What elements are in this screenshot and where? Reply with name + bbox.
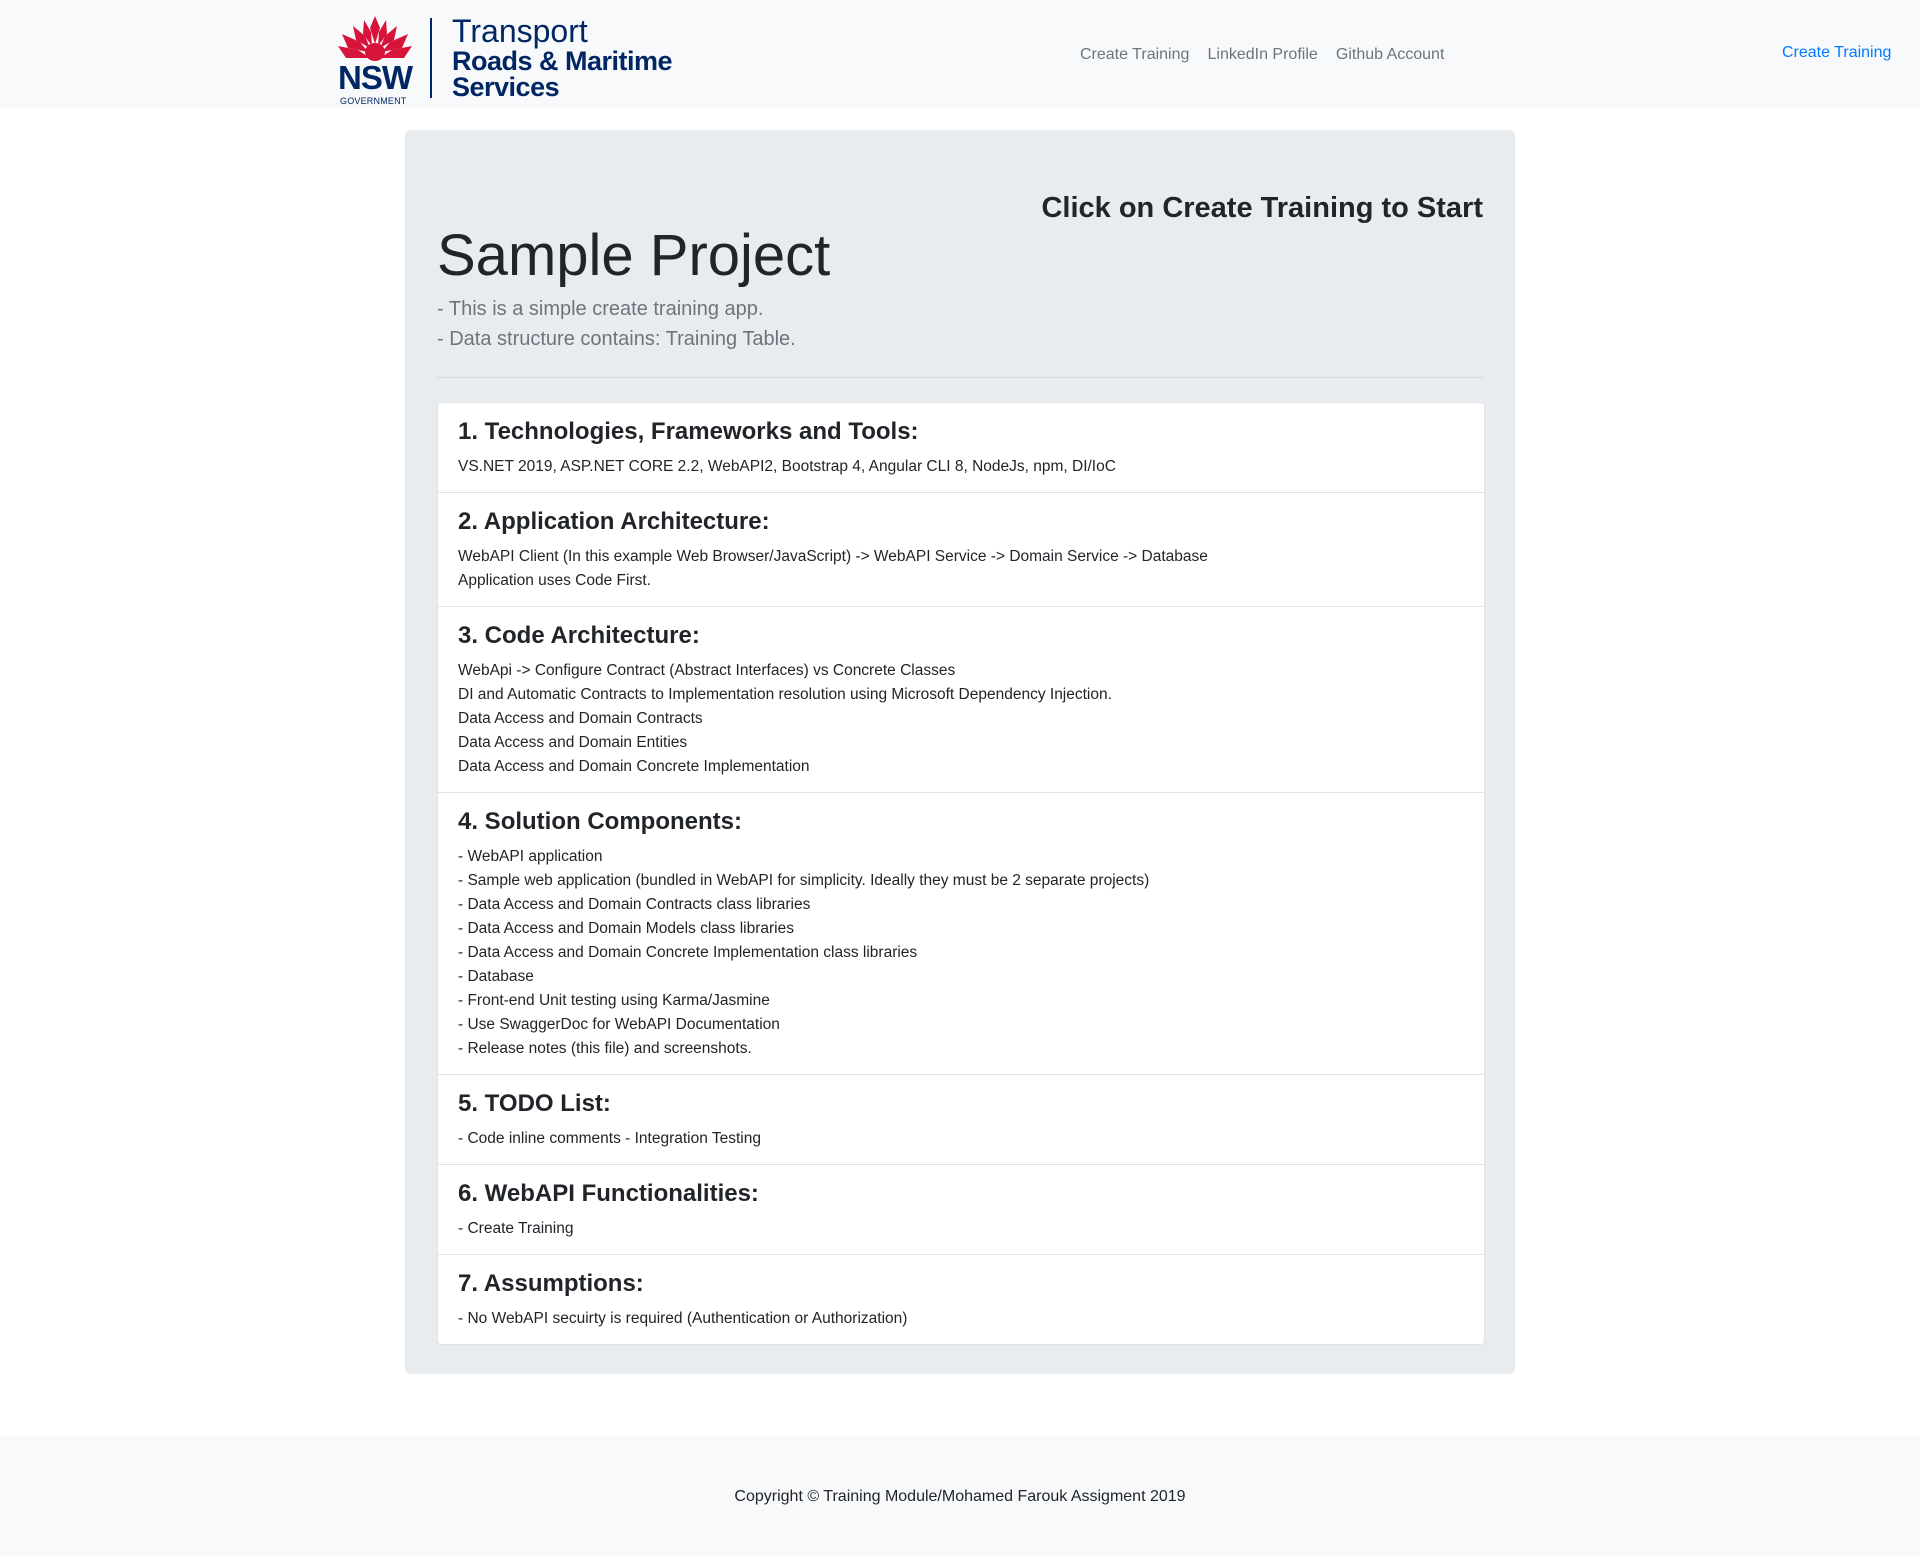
section-line: - Database <box>458 968 534 985</box>
section-heading: 3. Code Architecture: <box>458 622 700 649</box>
section-technologies: 1. Technologies, Frameworks and Tools: V… <box>438 403 1484 492</box>
section-heading: 1. Technologies, Frameworks and Tools: <box>458 418 919 445</box>
section-line: WebAPI Client (In this example Web Brows… <box>458 548 1208 565</box>
section-line: - Data Access and Domain Models class li… <box>458 920 794 937</box>
section-line: - Create Training <box>458 1220 574 1237</box>
divider <box>437 377 1483 378</box>
government-wordmark: GOVERNMENT <box>340 96 407 106</box>
brand-divider <box>430 18 432 98</box>
section-line: - Sample web application (bundled in Web… <box>458 872 1150 889</box>
section-line: - Front-end Unit testing using Karma/Jas… <box>458 992 770 1009</box>
page-title: Sample Project <box>437 223 831 288</box>
nsw-wordmark: NSW <box>338 59 413 96</box>
brand-logo[interactable]: NSW GOVERNMENT Transport Roads & Maritim… <box>336 12 676 106</box>
jumbotron: Click on Create Training to Start Sample… <box>405 130 1515 1374</box>
top-navbar: NSW GOVERNMENT Transport Roads & Maritim… <box>0 0 1920 108</box>
section-heading: 4. Solution Components: <box>458 808 742 835</box>
section-line: DI and Automatic Contracts to Implementa… <box>458 686 1112 703</box>
section-application-architecture: 2. Application Architecture: WebAPI Clie… <box>438 492 1484 606</box>
brand-rms-line1: Roads & Maritime <box>452 46 673 76</box>
section-line: WebApi -> Configure Contract (Abstract I… <box>458 662 956 679</box>
nav-create-training-link[interactable]: Create Training <box>1080 46 1189 64</box>
section-solution-components: 4. Solution Components: - WebAPI applica… <box>438 792 1484 1074</box>
section-heading: 6. WebAPI Functionalities: <box>458 1180 759 1207</box>
section-heading: 2. Application Architecture: <box>458 508 770 535</box>
section-line: - WebAPI application <box>458 848 603 865</box>
lead-line: - This is a simple create training app. <box>437 298 764 320</box>
create-training-cta-heading: Click on Create Training to Start <box>1041 192 1483 224</box>
section-line: - Release notes (this file) and screensh… <box>458 1040 752 1057</box>
section-webapi-functionalities: 6. WebAPI Functionalities: - Create Trai… <box>438 1164 1484 1254</box>
nav-linkedin-profile-link[interactable]: LinkedIn Profile <box>1207 46 1317 64</box>
sections-list: 1. Technologies, Frameworks and Tools: V… <box>437 402 1485 1345</box>
section-line: Application uses Code First. <box>458 572 651 589</box>
brand-rms-line2: Services <box>452 72 560 102</box>
brand-transport-text: Transport <box>452 13 588 49</box>
section-line: - No WebAPI secuirty is required (Authen… <box>458 1310 908 1327</box>
section-line: Data Access and Domain Contracts <box>458 710 703 727</box>
section-line: - Data Access and Domain Contracts class… <box>458 896 811 913</box>
lead-line: - Data structure contains: Training Tabl… <box>437 328 796 350</box>
nav-links: Create Training LinkedIn Profile Github … <box>1080 44 1457 66</box>
section-todo-list: 5. TODO List: - Code inline comments - I… <box>438 1074 1484 1164</box>
nav-github-account-link[interactable]: Github Account <box>1336 46 1445 64</box>
section-line: - Use SwaggerDoc for WebAPI Documentatio… <box>458 1016 780 1033</box>
section-assumptions: 7. Assumptions: - No WebAPI secuirty is … <box>438 1254 1484 1344</box>
waratah-logo-icon <box>338 16 412 61</box>
brand-rms-text: Roads & Maritime Services <box>452 46 673 102</box>
section-line: VS.NET 2019, ASP.NET CORE 2.2, WebAPI2, … <box>458 458 1116 475</box>
copyright-text: Copyright © Training Module/Mohamed Faro… <box>734 1488 1186 1505</box>
lead-text: - This is a simple create training app. … <box>437 294 796 354</box>
section-heading: 5. TODO List: <box>458 1090 611 1117</box>
nav-create-training-right-link[interactable]: Create Training <box>1782 44 1891 62</box>
section-line: - Data Access and Domain Concrete Implem… <box>458 944 918 961</box>
section-code-architecture: 3. Code Architecture: WebApi -> Configur… <box>438 606 1484 792</box>
page-footer: Copyright © Training Module/Mohamed Faro… <box>0 1436 1920 1556</box>
section-line: Data Access and Domain Entities <box>458 734 688 751</box>
section-line: - Code inline comments - Integration Tes… <box>458 1130 761 1147</box>
section-heading: 7. Assumptions: <box>458 1270 644 1297</box>
section-line: Data Access and Domain Concrete Implemen… <box>458 758 810 775</box>
